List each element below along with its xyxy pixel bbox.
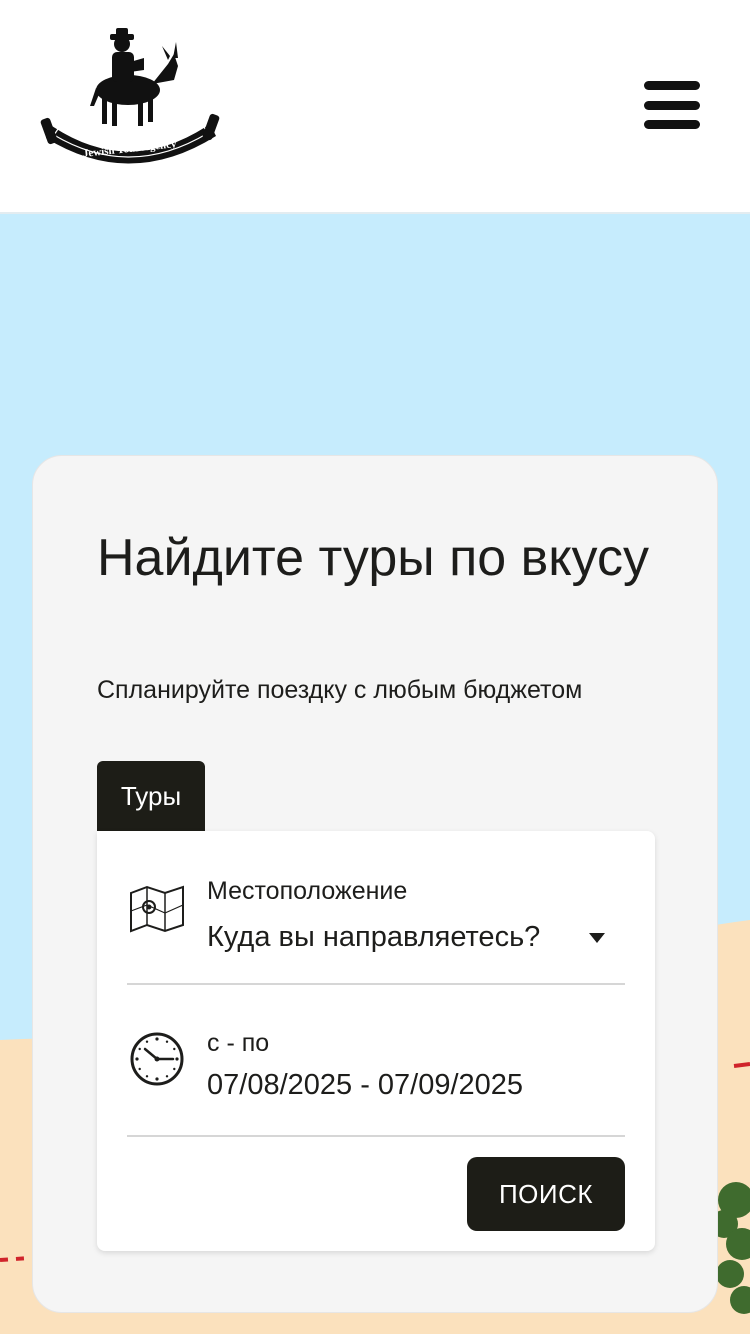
divider	[127, 1135, 625, 1137]
page-subtitle: Спланируйте поездку с любым бюджетом	[97, 676, 583, 704]
menu-bar	[644, 120, 700, 129]
dates-field[interactable]: с - по 07/08/2025 - 07/09/2025	[127, 1027, 625, 1127]
chevron-down-icon[interactable]	[589, 933, 605, 943]
tour-search-form: Местоположение Куда вы направляетесь? с	[97, 831, 655, 1251]
location-select[interactable]: Куда вы направляетесь?	[207, 921, 540, 954]
search-button[interactable]: ПОИСК	[467, 1157, 625, 1231]
location-field[interactable]: Местоположение Куда вы направляетесь?	[127, 871, 625, 971]
search-card: Найдите туры по вкусу Спланируйте поездк…	[32, 455, 718, 1313]
map-icon	[130, 885, 184, 933]
date-range-input[interactable]: 07/08/2025 - 07/09/2025	[207, 1069, 523, 1102]
tab-tours[interactable]: Туры	[97, 761, 205, 831]
clock-icon	[130, 1032, 184, 1086]
hamburger-menu-button[interactable]	[640, 76, 704, 134]
agency-logo[interactable]: Jewish Tour Agency	[40, 28, 220, 173]
location-label: Местоположение	[207, 877, 408, 905]
page-title: Найдите туры по вкусу	[97, 529, 649, 587]
menu-bar	[644, 100, 700, 110]
site-header: Jewish Tour Agency	[0, 0, 750, 214]
menu-bar	[644, 81, 700, 90]
dates-label: с - по	[207, 1029, 270, 1057]
divider	[127, 983, 625, 985]
